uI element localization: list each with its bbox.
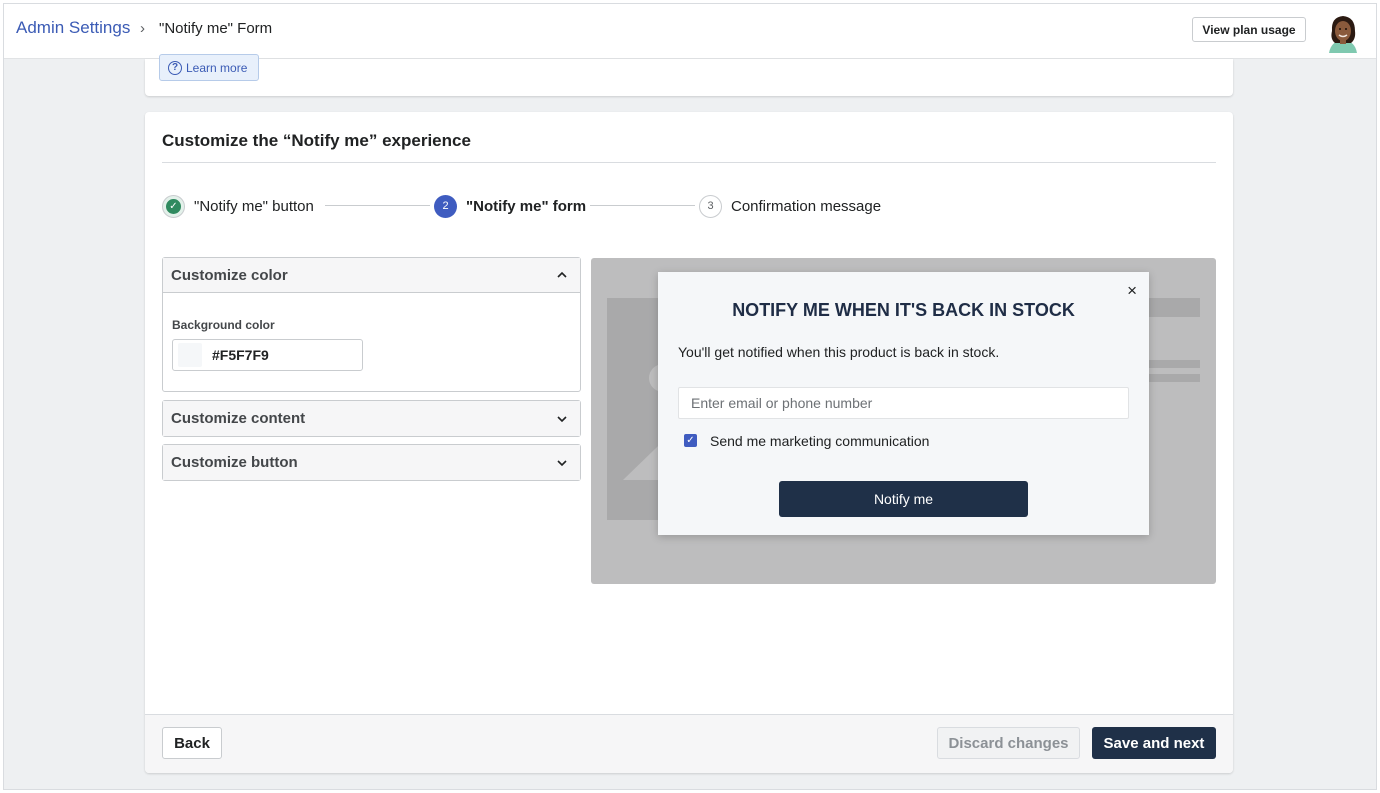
close-icon[interactable]: ×	[1127, 281, 1137, 301]
chevron-down-icon	[556, 412, 568, 426]
notify-modal: × NOTIFY ME WHEN IT'S BACK IN STOCK You'…	[658, 272, 1149, 535]
customize-color-panel: Customize color Background color #F5F7F9	[162, 257, 581, 392]
card-title: Customize the “Notify me” experience	[162, 131, 471, 150]
step-number-badge: 2	[434, 194, 457, 218]
marketing-checkbox-label: Send me marketing communication	[710, 433, 930, 449]
accordion-title: Customize content	[171, 410, 306, 427]
customize-card: Customize the “Notify me” experience ✓ "…	[145, 112, 1233, 773]
chevron-down-icon	[556, 456, 568, 470]
app-frame: Admin Settings › "Notify me" Form View p…	[3, 3, 1377, 790]
breadcrumb-admin-settings[interactable]: Admin Settings	[16, 18, 130, 38]
save-and-next-button[interactable]: Save and next	[1092, 727, 1216, 759]
learn-more-link[interactable]: ? Learn more	[159, 54, 259, 81]
step-label: "Notify me" form	[466, 197, 587, 215]
accordion-title: Customize button	[171, 454, 298, 471]
discard-changes-button[interactable]: Discard changes	[937, 727, 1080, 759]
customize-button-header[interactable]: Customize button	[163, 445, 580, 480]
modal-title: NOTIFY ME WHEN IT'S BACK IN STOCK	[732, 300, 1075, 320]
step-confirmation-message[interactable]: 3 Confirmation message	[699, 194, 881, 218]
check-icon: ✓	[166, 198, 181, 214]
learn-more-label: Learn more	[186, 60, 248, 75]
top-bar: Admin Settings › "Notify me" Form View p…	[4, 4, 1376, 59]
view-plan-usage-button[interactable]: View plan usage	[1192, 17, 1306, 42]
accordion-title: Customize color	[171, 266, 288, 284]
step-notify-button[interactable]: ✓ "Notify me" button	[162, 194, 314, 218]
notify-me-button[interactable]: Notify me	[779, 481, 1028, 517]
stepper-connector	[590, 205, 695, 206]
step-label: Confirmation message	[731, 197, 882, 215]
background-color-field[interactable]: #F5F7F9	[172, 339, 363, 371]
color-swatch[interactable]	[178, 343, 202, 367]
step-notify-form[interactable]: 2 "Notify me" form	[434, 194, 586, 218]
customize-content-panel: Customize content	[162, 400, 581, 437]
help-circle-icon: ?	[168, 60, 182, 75]
back-button[interactable]: Back	[162, 727, 222, 759]
background-color-value: #F5F7F9	[212, 347, 269, 363]
email-phone-input[interactable]	[678, 387, 1129, 419]
marketing-checkbox[interactable]: ✓	[684, 434, 697, 447]
card-footer: Back Discard changes Save and next	[145, 714, 1233, 773]
modal-description: You'll get notified when this product is…	[678, 344, 1000, 360]
breadcrumb-current-page: "Notify me" Form	[159, 20, 273, 37]
customize-button-panel: Customize button	[162, 444, 581, 481]
info-card: ? Learn more	[145, 54, 1233, 96]
step-number-badge: 3	[699, 194, 722, 218]
background-color-label: Background color	[172, 318, 275, 332]
customize-color-header[interactable]: Customize color	[163, 258, 580, 293]
step-label: "Notify me" button	[194, 197, 314, 215]
stepper-connector	[325, 205, 430, 206]
chevron-up-icon	[556, 268, 568, 282]
breadcrumb-chevron-icon: ›	[140, 20, 145, 37]
step-complete-icon: ✓	[162, 194, 185, 218]
divider	[162, 162, 1216, 163]
customize-content-header[interactable]: Customize content	[163, 401, 580, 436]
form-preview: × NOTIFY ME WHEN IT'S BACK IN STOCK You'…	[591, 258, 1216, 584]
user-avatar[interactable]	[1325, 13, 1361, 53]
